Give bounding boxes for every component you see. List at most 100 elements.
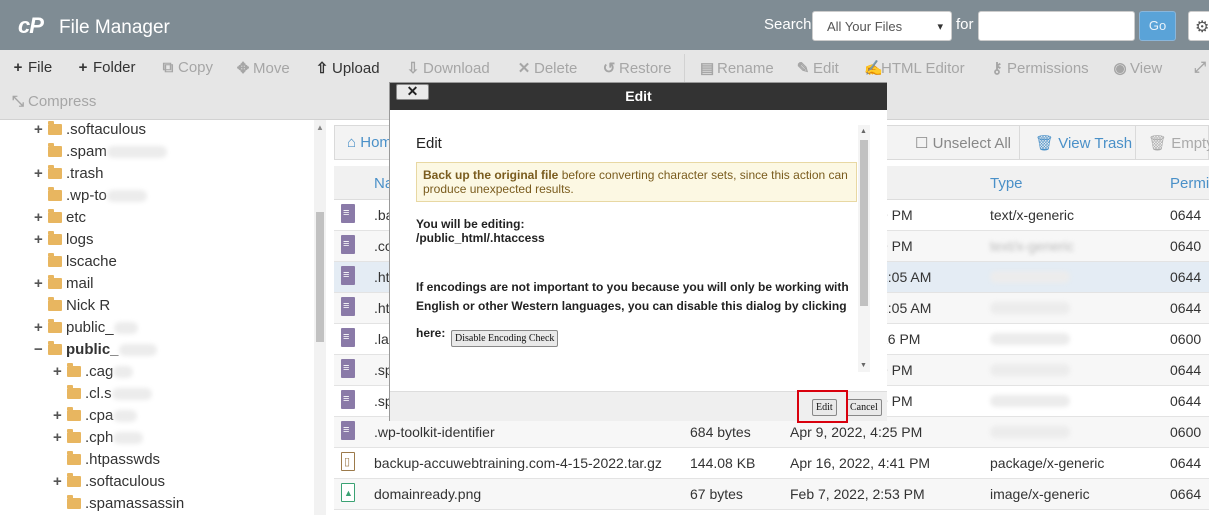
gear-icon: ⚙	[1195, 19, 1209, 36]
compress-button[interactable]: ⤡ Compress	[11, 93, 96, 110]
tree-item-selected[interactable]: − public_	[34, 341, 157, 358]
tree-item[interactable]: + .cph	[53, 429, 144, 446]
tree-item[interactable]: + public_	[34, 319, 138, 336]
folder-icon	[67, 495, 81, 509]
unselect-all-button[interactable]: ☐ Unselect All	[915, 134, 1011, 152]
type-column-header[interactable]: Type	[990, 175, 1023, 192]
table-row[interactable]: backup-accuwebtraining.com-4-15-2022.tar…	[334, 448, 1209, 479]
text-file-icon	[341, 390, 355, 409]
compress-icon: ⤡	[11, 93, 24, 110]
home-button[interactable]: ⌂ Hom	[347, 134, 392, 151]
edit-button[interactable]: ✎ Edit	[796, 59, 839, 77]
chevron-up-icon[interactable]: ▲	[860, 128, 867, 135]
tree-item[interactable]: Nick R	[48, 297, 110, 314]
view-trash-button[interactable]: 🗑 View Trash	[1035, 134, 1132, 152]
redacted-text	[990, 302, 1070, 314]
for-label: for	[956, 16, 974, 33]
empty-trash-button[interactable]: 🗑 Empty	[1148, 134, 1209, 152]
html-editor-button[interactable]: ✍HTML Editor	[864, 59, 965, 77]
tree-item[interactable]: .cl.s	[67, 385, 152, 402]
copy-button[interactable]: ⧉ Copy	[161, 59, 213, 76]
delete-button[interactable]: ✕ Delete	[517, 59, 578, 77]
rename-label: Rename	[717, 60, 774, 77]
tree-item[interactable]: + .cag	[53, 363, 134, 380]
collapse-icon[interactable]: −	[34, 341, 43, 358]
download-label: Download	[423, 60, 490, 77]
tree-item[interactable]: + etc	[34, 209, 86, 226]
text-file-icon	[341, 235, 355, 254]
redacted-text	[990, 426, 1070, 438]
tree-item[interactable]: + mail	[34, 275, 94, 292]
permissions-column-header[interactable]: Permis	[1170, 175, 1209, 192]
folder-icon	[48, 209, 62, 223]
move-button[interactable]: ✥ Move	[236, 59, 290, 77]
expand-icon[interactable]: +	[53, 473, 62, 490]
tree-item[interactable]: + .softaculous	[53, 473, 166, 490]
download-button[interactable]: ⇩ Download	[406, 59, 490, 77]
tree-item[interactable]: .htpasswds	[67, 451, 160, 468]
backup-warning: Back up the original file before convert…	[416, 162, 857, 202]
bar-divider	[1135, 126, 1136, 159]
tree-item[interactable]: + .softaculous	[34, 121, 147, 138]
tree-item[interactable]: .spam	[48, 143, 167, 160]
chevron-down-icon[interactable]: ▼	[860, 362, 867, 369]
file-size: 144.08 KB	[690, 455, 756, 471]
dialog-scrollbar-thumb[interactable]	[860, 140, 868, 306]
upload-label: Upload	[332, 60, 380, 77]
rename-button[interactable]: ▤ Rename	[700, 59, 774, 77]
search-input[interactable]	[978, 11, 1135, 41]
extract-button[interactable]: ⤢	[1193, 59, 1209, 76]
expand-icon[interactable]: +	[34, 121, 43, 138]
disable-encoding-check-button[interactable]: Disable Encoding Check	[451, 330, 559, 347]
search-scope-value: All Your Files	[827, 19, 903, 34]
new-folder-button[interactable]: + Folder	[76, 59, 136, 76]
tree-item[interactable]: .spamassassin	[67, 495, 184, 512]
eye-icon: ◉	[1113, 60, 1127, 77]
chevron-up-icon[interactable]: ▲	[316, 123, 324, 132]
expand-icon[interactable]: +	[34, 319, 43, 336]
tree-item-label: .softaculous	[85, 473, 166, 490]
tree-item-label: .trash	[66, 165, 104, 182]
cancel-button[interactable]: Cancel	[846, 399, 882, 416]
tree-item-label: .htpasswds	[85, 451, 161, 468]
redacted-text	[113, 432, 144, 445]
file-perms: 0644	[1170, 362, 1202, 378]
expand-icon[interactable]: +	[53, 407, 62, 424]
plus-icon: +	[13, 59, 23, 76]
expand-icon[interactable]: +	[34, 275, 43, 292]
expand-icon[interactable]: +	[53, 429, 62, 446]
editing-label: You will be editing:	[416, 217, 525, 231]
new-file-button[interactable]: + File	[11, 59, 53, 76]
redacted-text	[106, 190, 147, 203]
view-button[interactable]: ◉ View	[1113, 59, 1162, 77]
file-type: text/x-generic	[990, 207, 1075, 223]
settings-button[interactable]: ⚙	[1188, 11, 1209, 41]
tree-item-label: .softaculous	[66, 121, 147, 138]
table-row[interactable]: .wp-toolkit-identifier 684 bytes Apr 9, …	[334, 417, 1209, 448]
cpanel-logo[interactable]: cP	[18, 13, 44, 39]
sidebar-scrollbar-thumb[interactable]	[316, 212, 324, 342]
file-perms: 0600	[1170, 424, 1202, 440]
tree-item[interactable]: + logs	[34, 231, 94, 248]
folder-icon	[48, 187, 62, 201]
expand-icon[interactable]: +	[53, 363, 62, 380]
redacted-text	[990, 271, 1070, 283]
tree-item[interactable]: + .trash	[34, 165, 104, 182]
restore-button[interactable]: ↺ Restore	[602, 59, 672, 77]
tree-item[interactable]: lscache	[48, 253, 117, 270]
tree-item[interactable]: .wp-to	[48, 187, 147, 204]
table-row[interactable]: domainready.png 67 bytes Feb 7, 2022, 2:…	[334, 479, 1209, 510]
permissions-button[interactable]: ⚷ Permissions	[990, 59, 1089, 77]
expand-icon[interactable]: +	[34, 209, 43, 226]
file-name: .ht	[374, 269, 390, 285]
expand-icon[interactable]: +	[34, 231, 43, 248]
go-button[interactable]: Go	[1139, 11, 1176, 41]
expand-icon[interactable]: +	[34, 165, 43, 182]
search-scope-select[interactable]: All Your Files ▾	[812, 11, 952, 41]
redacted-text	[113, 410, 138, 423]
dialog-close-button[interactable]: ✕	[396, 84, 429, 100]
folder-icon	[48, 165, 62, 179]
upload-button[interactable]: ⇧ Upload	[315, 59, 380, 77]
tree-item[interactable]: + .cpa	[53, 407, 138, 424]
file-date: Apr 9, 2022, 4:25 PM	[790, 424, 923, 440]
